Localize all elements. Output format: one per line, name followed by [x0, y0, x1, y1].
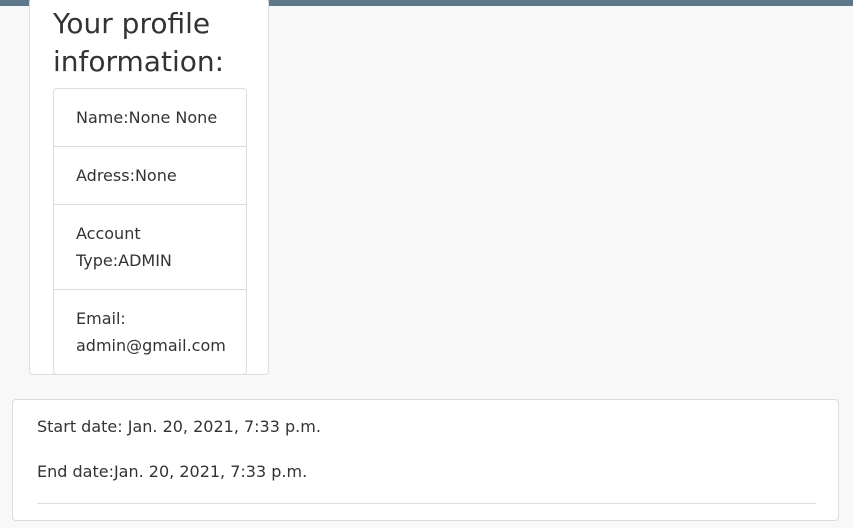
profile-email: Email: admin@gmail.com — [76, 309, 226, 355]
profile-name: Name:None None — [54, 89, 246, 147]
profile-account-type: Account Type:ADMIN — [54, 205, 246, 290]
start-date: Start date: Jan. 20, 2021, 7:33 p.m. — [37, 417, 321, 436]
profile-address: Adress:None — [54, 147, 246, 205]
profile-title: Your profile information: — [53, 7, 225, 78]
end-date: End date:Jan. 20, 2021, 7:33 p.m. — [37, 462, 308, 481]
dates-card: Start date: Jan. 20, 2021, 7:33 p.m. End… — [12, 399, 839, 521]
dates-divider — [37, 503, 816, 504]
profile-info-list: Name:None None Adress:None Account Type:… — [53, 88, 247, 375]
